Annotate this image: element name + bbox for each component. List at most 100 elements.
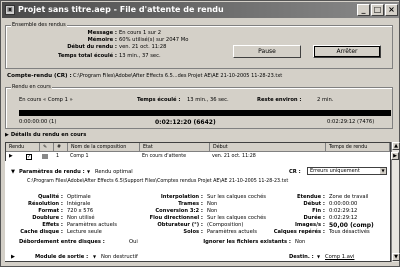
cr-label: CR :	[289, 169, 301, 175]
column-header-etat[interactable]: Etat	[140, 143, 210, 152]
module-expander-triangle-icon[interactable]: ▶	[11, 254, 15, 260]
column-header-rendu[interactable]: Rendu	[6, 143, 40, 152]
range-duree-value: 0:02:29:12	[329, 215, 358, 221]
solos-label: Solos :	[183, 229, 203, 235]
details-label: Détails du rendu en cours	[10, 132, 87, 138]
debut-label: Début du rendu :	[67, 44, 117, 50]
temps-ecoule-value: 13 min., 36 sec.	[187, 97, 229, 103]
reste-label: Reste environ :	[257, 97, 302, 103]
render-checkbox[interactable]: ✓	[26, 154, 32, 160]
start-timecode: 0:00:00:00 (1)	[19, 119, 57, 125]
app-icon: ▣	[5, 5, 15, 15]
stop-button[interactable]: Arrêter	[313, 45, 381, 58]
memoire-value: 60% utilisé(s) sur 2047 Mo	[119, 37, 189, 43]
side-arrow-right-icon[interactable]: ▶	[391, 152, 399, 160]
ignorer-value: Non	[295, 239, 306, 245]
maximize-button[interactable]: □	[371, 4, 384, 16]
effets-value: Paramètres actuels	[67, 222, 117, 228]
ignorer-label: Ignorer les fichiers existants :	[203, 239, 291, 245]
images-label: Images/s :	[294, 222, 325, 228]
message-value: En cours 1 sur 2	[119, 30, 162, 36]
compte-rendu-label: Compte-rendu (CR) :	[7, 73, 72, 79]
compte-rendu-path: C:\Program Files\Adobe\After Effects 6.5…	[73, 73, 283, 79]
scroll-down-icon[interactable]: ▼	[392, 253, 400, 261]
params-preset[interactable]: Rendu optimal	[95, 169, 133, 175]
qualite-value: Optimale	[67, 194, 91, 200]
row-expand-triangle-icon[interactable]: ▶	[9, 153, 13, 161]
column-header-label-icon[interactable]: ✎	[40, 143, 54, 152]
close-button[interactable]: ×	[385, 4, 398, 16]
flou-label: Flou directionnel :	[149, 215, 203, 221]
flou-value: Sur les calques cochés	[207, 215, 267, 221]
pause-button[interactable]: Pause	[233, 45, 301, 58]
module-label: Module de sortie :	[35, 254, 89, 260]
current-render-status: En cours « Comp 1 »	[19, 97, 73, 103]
interpolation-label: Interpolation :	[160, 194, 203, 200]
module-dropdown-icon[interactable]: ▼	[93, 254, 96, 259]
effets-label: Effets :	[42, 222, 63, 228]
range-debut-value: 0:00:00:00	[329, 201, 358, 207]
interpolation-value: Sur les calques cochés	[207, 194, 267, 200]
etendue-value: Zone de travail	[329, 194, 369, 200]
conversion-label: Conversion 3:2 :	[155, 208, 203, 214]
range-fin-label: Fin :	[312, 208, 325, 214]
message-label: Message :	[87, 30, 117, 36]
table-row[interactable]: ▶ ✓ 1 Comp 1 En cours d'attente ven. 21 …	[6, 153, 390, 161]
temps-total-value: 13 min., 37 sec.	[119, 53, 161, 59]
row-index: 1	[56, 154, 60, 159]
calques-label: Calques repérés :	[273, 229, 325, 235]
minimize-button[interactable]: _	[357, 4, 370, 16]
queue-header: Rendu ✎ # Nom de la composition Etat Déb…	[6, 143, 390, 152]
obturateur-label: Obturateur (°) :	[157, 222, 203, 228]
conversion-value: Non	[207, 208, 218, 214]
debordement-label: Débordement entre disques :	[19, 239, 105, 245]
rendu-en-cours-group-label: Rendu en cours	[11, 84, 52, 90]
destination-label: Destin. :	[289, 254, 314, 260]
vertical-scrollbar[interactable]: ▲ ▼	[391, 142, 400, 262]
resolution-value: Intégrale	[67, 201, 91, 207]
column-header-debut[interactable]: Début	[210, 143, 326, 152]
destination-dropdown-icon[interactable]: ▼	[317, 254, 320, 259]
module-value[interactable]: Non destructif	[101, 254, 138, 260]
render-queue-window: ▣ Projet sans titre.aep - File d'attente…	[0, 0, 400, 267]
memoire-label: Mémoire :	[87, 37, 117, 43]
label-color-swatch[interactable]	[42, 154, 48, 159]
row-composition-name: Comp 1	[70, 154, 89, 159]
trames-value: Non	[207, 201, 218, 207]
cache-label: Cache disque :	[20, 229, 63, 235]
scroll-up-icon[interactable]: ▲	[392, 142, 400, 150]
chevron-down-icon: ▼	[380, 168, 386, 174]
render-settings-details: ▼ Paramètres de rendu : ▼ Rendu optimal …	[5, 161, 389, 261]
title-bar[interactable]: ▣ Projet sans titre.aep - File d'attente…	[2, 2, 399, 18]
row-start: ven. 21 oct. 11:28	[212, 154, 256, 159]
column-header-number[interactable]: #	[54, 143, 68, 152]
destination-value[interactable]: Comp 1.avi	[325, 254, 354, 260]
column-header-composition[interactable]: Nom de la composition	[68, 143, 140, 152]
trames-label: Trames :	[178, 201, 203, 207]
temps-ecoule-label: Temps écoulé :	[137, 97, 181, 103]
params-dropdown-icon[interactable]: ▼	[87, 169, 90, 174]
temps-total-label: Temps total écoulé :	[57, 53, 117, 59]
collapsed-triangle-icon: ▶	[5, 132, 9, 138]
doublure-value: Non utilisé	[67, 215, 95, 221]
params-log-path: C:\Program Files\Adobe\After Effects 6.5…	[27, 179, 289, 184]
cr-dropdown-value: Erreurs uniquement	[310, 168, 360, 174]
reste-value: 2 min.	[317, 97, 334, 103]
format-value: 720 x 576	[67, 208, 94, 214]
doublure-label: Doublure :	[32, 215, 63, 221]
current-timecode: 0:02:12:20 (6642)	[155, 119, 216, 126]
range-fin-value: 0:02:29:12	[329, 208, 358, 214]
params-label: Paramètres de rendu :	[19, 169, 85, 175]
params-expander-triangle-icon[interactable]: ▼	[11, 169, 15, 175]
debordement-value: Oui	[129, 239, 138, 245]
details-expander[interactable]: ▶ Détails du rendu en cours	[5, 132, 86, 138]
range-duree-label: Durée :	[303, 215, 325, 221]
range-debut-label: Début :	[303, 201, 325, 207]
column-header-temps-rendu[interactable]: Temps de rendu	[326, 143, 390, 152]
debut-value: ven. 21 oct. 11:28	[119, 44, 167, 50]
etendue-label: Etendue :	[296, 194, 325, 200]
render-progress-bar	[19, 110, 391, 116]
resolution-label: Résolution :	[27, 201, 63, 207]
cr-dropdown[interactable]: Erreurs uniquement ▼	[307, 167, 387, 175]
end-timecode: 0:02:29:12 (7476)	[327, 119, 375, 125]
